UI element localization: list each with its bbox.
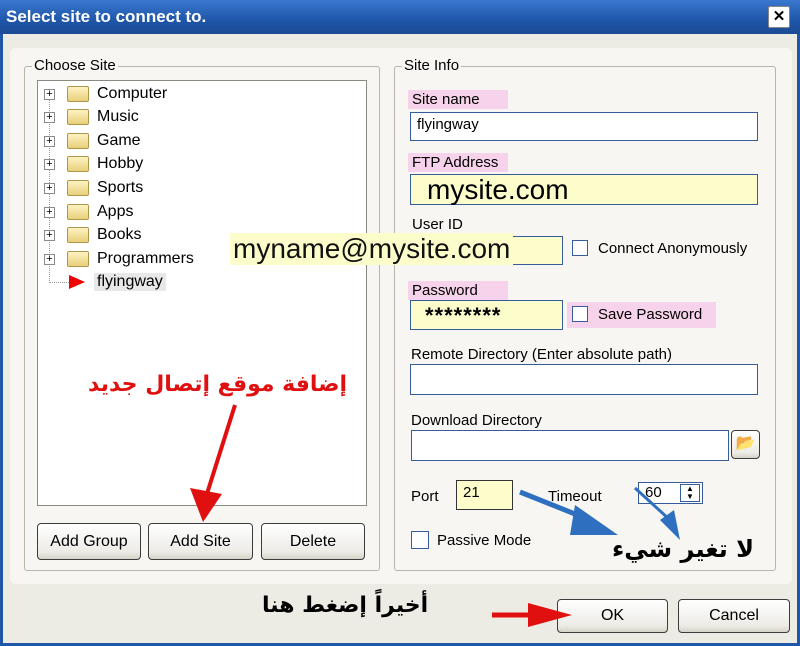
- red-arrow-icon: [190, 404, 237, 522]
- blue-arrow-icon: [633, 486, 680, 540]
- annotation-arrows: [190, 404, 680, 627]
- blue-arrow-icon: [519, 489, 618, 535]
- red-arrow-icon: [492, 603, 572, 627]
